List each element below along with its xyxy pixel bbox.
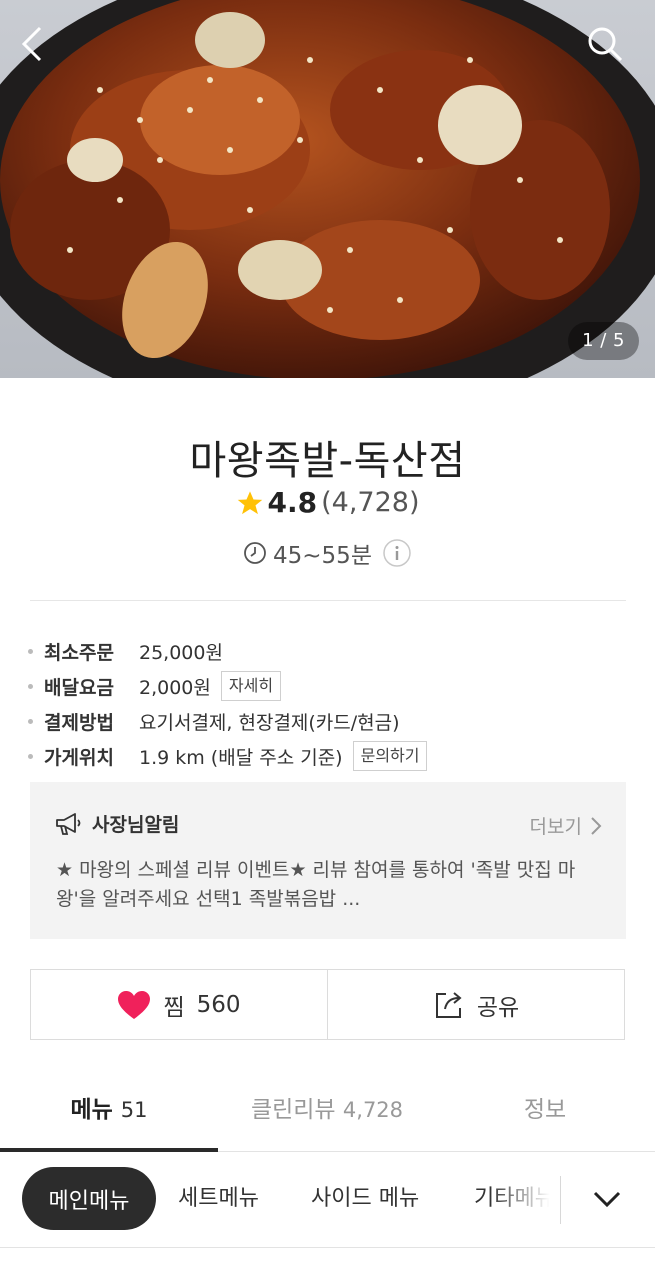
bullet	[28, 683, 33, 689]
tab-bar: 메뉴 51 클린리뷰 4,728 정보	[0, 1070, 655, 1152]
tab-info[interactable]: 정보	[436, 1070, 654, 1151]
info-label: 최소주문	[44, 641, 114, 664]
tab-label: 클린리뷰	[250, 1097, 336, 1123]
rating-value: 4.8	[267, 486, 318, 519]
notice-title: 사장님알림	[54, 810, 179, 837]
info-row-min-order: 최소주문 25,000원	[28, 634, 628, 668]
bullet	[28, 648, 33, 654]
search-icon	[588, 27, 623, 62]
info-value: 2,000원	[139, 676, 211, 699]
tab-clean-review[interactable]: 클린리뷰 4,728	[218, 1070, 436, 1151]
megaphone-icon	[56, 812, 81, 835]
bullet	[28, 753, 33, 759]
share-label: 공유	[476, 994, 520, 1021]
category-chip-main-menu[interactable]: 메인메뉴	[22, 1167, 156, 1230]
notice-title-text: 사장님알림	[92, 814, 180, 836]
info-label: 결제방법	[44, 711, 114, 734]
menu-category-bar: 메인메뉴 세트메뉴 사이드 메뉴 기타메뉴	[0, 1152, 655, 1248]
bullet	[28, 718, 33, 724]
tab-label: 정보	[523, 1097, 567, 1123]
notice-more-label: 더보기	[529, 816, 582, 838]
delivery-time-row: 45~55분	[0, 536, 655, 570]
heart-icon	[118, 990, 151, 1019]
like-button[interactable]: 찜 560	[31, 970, 327, 1039]
action-bar: 찜 560 공유	[30, 969, 625, 1040]
chip-fade-overlay	[490, 1162, 560, 1235]
tab-count: 4,728	[342, 1098, 404, 1122]
info-row-location: 가게위치 1.9 km (배달 주소 기준) 문의하기	[28, 739, 628, 773]
review-count: (4,728)	[321, 487, 420, 518]
divider	[30, 600, 626, 601]
notice-body: ★ 마왕의 스페셜 리뷰 이벤트★ 리뷰 참여를 통하여 '족발 맛집 마왕'을…	[56, 859, 576, 910]
tab-count: 51	[120, 1098, 148, 1122]
info-row-payment: 결제방법 요기서결제, 현장결제(카드/현금)	[28, 704, 628, 738]
chevron-down-icon	[593, 1191, 621, 1208]
info-label: 가게위치	[44, 746, 114, 769]
info-icon[interactable]	[382, 538, 412, 568]
info-label: 배달요금	[44, 676, 114, 699]
delivery-fee-detail-button[interactable]: 자세히	[220, 671, 282, 701]
star-icon	[237, 490, 262, 514]
info-value: 1.9 km (배달 주소 기준)	[139, 746, 343, 769]
info-row-delivery-fee: 배달요금 2,000원 자세히	[28, 669, 628, 703]
food-photo	[0, 0, 655, 378]
chevron-right-icon	[591, 816, 602, 835]
store-info-list: 최소주문 25,000원 배달요금 2,000원 자세히 결제방법 요기서결제,…	[28, 634, 628, 774]
search-button[interactable]	[585, 24, 637, 76]
back-button[interactable]	[18, 24, 70, 76]
image-counter: 1 / 5	[568, 322, 639, 360]
info-value: 요기서결제, 현장결제(카드/현금)	[139, 711, 400, 734]
category-chip-side-menu[interactable]: 사이드 메뉴	[311, 1167, 419, 1230]
tab-menu[interactable]: 메뉴 51	[0, 1070, 218, 1152]
inquiry-button[interactable]: 문의하기	[352, 741, 428, 771]
info-value: 25,000원	[139, 641, 223, 664]
category-chip-set-menu[interactable]: 세트메뉴	[178, 1167, 259, 1230]
owner-notice[interactable]: 사장님알림 더보기 ★ 마왕의 스페셜 리뷰 이벤트★ 리뷰 참여를 통하여 '…	[30, 782, 626, 939]
notice-more-link[interactable]: 더보기	[530, 812, 602, 839]
chevron-left-icon	[21, 26, 42, 62]
like-label: 찜	[163, 994, 185, 1021]
like-count: 560	[196, 991, 241, 1018]
tab-label: 메뉴	[70, 1097, 113, 1123]
share-icon	[435, 991, 462, 1018]
store-name: 마왕족발-독산점	[189, 438, 466, 484]
expand-categories-button[interactable]	[576, 1172, 638, 1226]
divider	[560, 1176, 561, 1224]
share-button[interactable]: 공유	[327, 970, 624, 1039]
hero-image[interactable]: 1 / 5	[0, 0, 655, 378]
delivery-time: 45~55분	[273, 543, 372, 569]
clock-icon	[244, 542, 266, 564]
rating-row: 4.8 (4,728)	[0, 486, 655, 519]
